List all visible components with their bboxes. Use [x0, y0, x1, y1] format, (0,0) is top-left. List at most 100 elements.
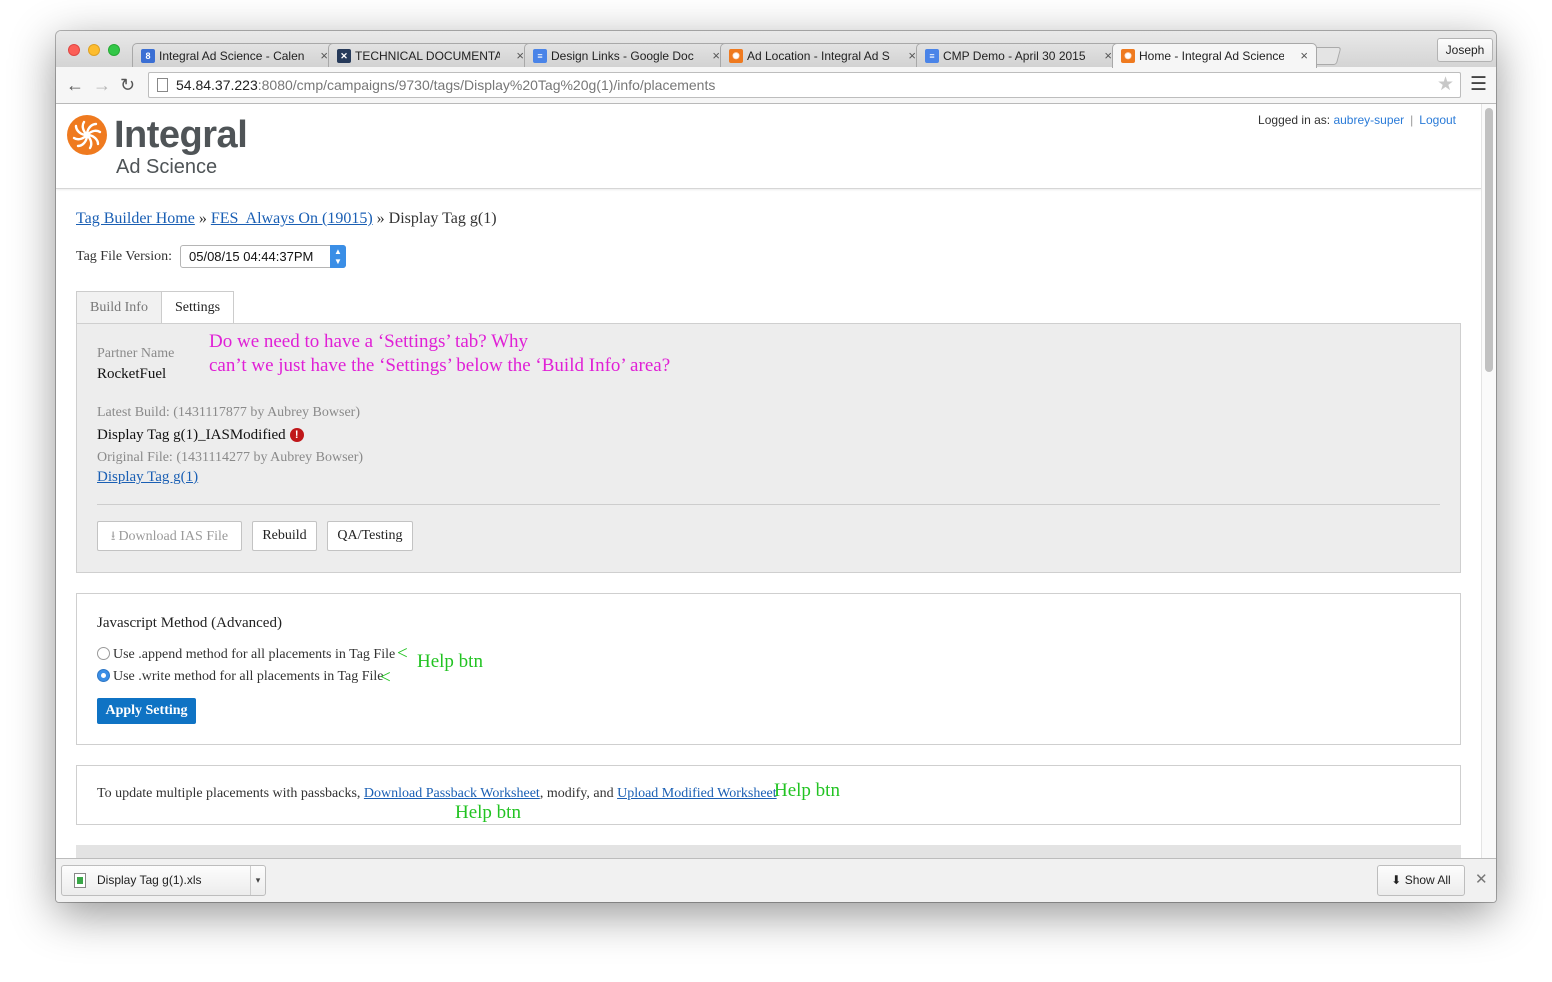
back-arrow-icon[interactable]: ←: [66, 75, 84, 96]
bookmark-star-icon[interactable]: ★: [1437, 73, 1454, 97]
download-passback-worksheet-link[interactable]: Download Passback Worksheet: [364, 786, 540, 801]
close-icon[interactable]: ×: [516, 48, 524, 63]
breadcrumb: Tag Builder Home » FES Always On (19015)…: [76, 210, 497, 228]
radio-write[interactable]: [97, 669, 110, 682]
page-icon: [157, 78, 168, 92]
site-header: Integral Ad Science Logged in as: aubrey…: [56, 104, 1481, 189]
tag-file-version-row: Tag File Version: 05/08/15 04:44:37PM ▲ ▼: [76, 245, 346, 268]
breadcrumb-current: Display Tag g(1): [388, 210, 497, 227]
ias-icon: ✺: [1121, 49, 1135, 63]
annotation-arrow: <: [380, 667, 391, 688]
annotation-help-btn: Help btn: [417, 651, 483, 672]
qa-testing-button[interactable]: QA/Testing: [327, 521, 413, 551]
annotation-arrow: <: [397, 643, 408, 664]
download-ias-file-button[interactable]: ⭳ Download IAS File: [97, 521, 242, 551]
browser-tab-title: Integral Ad Science - Calen: [159, 49, 304, 63]
annotation-line: Do we need to have a ‘Settings’ tab? Why: [209, 331, 529, 352]
browser-tab-title: CMP Demo - April 30 2015: [943, 49, 1086, 63]
browser-tab-title: Design Links - Google Doc: [551, 49, 694, 63]
browser-tab[interactable]: ≡ Design Links - Google Doc ×: [524, 43, 729, 67]
browser-tab-title: Home - Integral Ad Science: [1139, 49, 1284, 63]
download-label: Download IAS File: [118, 529, 229, 544]
passback-text: To update multiple placements with passb…: [97, 786, 777, 802]
version-label: Tag File Version:: [76, 249, 172, 264]
tab-strip: 8 Integral Ad Science - Calen × ✕ TECHNICAL …: [56, 31, 1496, 68]
original-file-link[interactable]: Display Tag g(1): [97, 469, 198, 486]
username-link[interactable]: aubrey-super: [1333, 113, 1404, 127]
browser-tab[interactable]: 8 Integral Ad Science - Calen ×: [132, 43, 337, 67]
hamburger-menu-icon[interactable]: ☰: [1470, 73, 1487, 96]
close-icon[interactable]: ×: [320, 48, 328, 63]
browser-tab[interactable]: ✺ Ad Location - Integral Ad S ×: [720, 43, 925, 67]
close-icon[interactable]: ×: [712, 48, 720, 63]
scrollbar-thumb[interactable]: [1485, 108, 1493, 372]
address-bar[interactable]: 54.84.37.223:8080/cmp/campaigns/9730/tag…: [148, 72, 1461, 98]
browser-tab-title: Ad Location - Integral Ad S: [747, 49, 890, 63]
download-arrow-icon: ⬇: [1391, 873, 1402, 887]
browser-tab[interactable]: ✕ TECHNICAL DOCUMENTA ×: [328, 43, 533, 67]
download-icon: ⭳: [110, 528, 116, 543]
close-icon[interactable]: ×: [1300, 48, 1308, 63]
latest-build-value: Display Tag g(1)_IASModified!: [97, 427, 304, 444]
reload-icon[interactable]: ↻: [120, 75, 135, 96]
breadcrumb-campaign-link[interactable]: FES Always On (19015): [211, 210, 373, 227]
annotation-line: can’t we just have the ‘Settings’ below …: [209, 355, 671, 376]
zoom-window-button[interactable]: [108, 44, 120, 56]
apply-setting-button[interactable]: Apply Setting: [97, 698, 196, 724]
passback-middle: , modify, and: [539, 786, 614, 801]
download-item[interactable]: Display Tag g(1).xls ▾: [61, 865, 266, 896]
breadcrumb-home-link[interactable]: Tag Builder Home: [76, 210, 195, 227]
panel-divider: [97, 504, 1440, 505]
javascript-method-title: Javascript Method (Advanced): [97, 615, 282, 631]
profile-button[interactable]: Joseph: [1437, 38, 1493, 62]
partner-name-value: RocketFuel: [97, 366, 167, 382]
url-host: 54.84.37.223: [176, 77, 258, 93]
logged-in-label: Logged in as:: [1258, 113, 1331, 127]
radio-write-label: Use .write method for all placements in …: [113, 669, 384, 684]
breadcrumb-separator: »: [376, 210, 385, 227]
login-info: Logged in as: aubrey-super | Logout: [1258, 113, 1456, 127]
close-icon[interactable]: ×: [1104, 48, 1112, 63]
close-icon[interactable]: ✕: [1475, 870, 1488, 888]
passback-prefix: To update multiple placements with passb…: [97, 786, 361, 801]
radio-append[interactable]: [97, 647, 110, 660]
close-icon[interactable]: ×: [908, 48, 916, 63]
breadcrumb-separator: »: [198, 210, 207, 227]
browser-tab[interactable]: ≡ CMP Demo - April 30 2015 ×: [916, 43, 1121, 67]
logo-wordmark: Integral: [114, 114, 248, 156]
annotation-help-btn: Help btn: [774, 780, 840, 801]
calendar-icon: 8: [141, 49, 155, 63]
upload-modified-worksheet-link[interactable]: Upload Modified Worksheet: [617, 786, 777, 801]
original-file-label: Original File: (1431114277 by Aubrey Bow…: [97, 450, 364, 465]
url-path: :8080/cmp/campaigns/9730/tags/Display%20…: [257, 77, 716, 93]
forward-arrow-icon[interactable]: →: [93, 75, 111, 96]
tab-settings[interactable]: Settings: [161, 291, 234, 324]
placements-table-header: [76, 845, 1461, 858]
rebuild-button[interactable]: Rebuild: [252, 521, 317, 551]
settings-panel: Partner Name RocketFuel Latest Build: (1…: [76, 323, 1461, 573]
download-shelf: Display Tag g(1).xls ▾ ⬇ Show All ✕: [56, 858, 1496, 902]
tools-icon: ✕: [337, 49, 351, 63]
page-viewport: Integral Ad Science Logged in as: aubrey…: [56, 104, 1496, 858]
minimize-window-button[interactable]: [88, 44, 100, 56]
browser-window: 8 Integral Ad Science - Calen × ✕ TECHNICAL …: [56, 31, 1496, 902]
show-all-downloads-button[interactable]: ⬇ Show All: [1377, 865, 1465, 896]
logout-link[interactable]: Logout: [1419, 113, 1456, 127]
radio-write-row[interactable]: Use .write method for all placements in …: [97, 669, 384, 685]
close-window-button[interactable]: [68, 44, 80, 56]
tab-build-info[interactable]: Build Info: [76, 291, 162, 324]
logo-subtitle: Ad Science: [116, 156, 218, 178]
latest-build-name: Display Tag g(1)_IASModified: [97, 427, 286, 443]
alert-icon: !: [289, 428, 304, 442]
browser-tab-title: TECHNICAL DOCUMENTA: [355, 49, 500, 63]
vertical-scrollbar[interactable]: [1481, 104, 1496, 858]
radio-append-row[interactable]: Use .append method for all placements in…: [97, 647, 395, 663]
version-select[interactable]: 05/08/15 04:44:37PM ▲ ▼: [180, 245, 346, 268]
browser-toolbar: ← → ↻ 54.84.37.223:8080/cmp/campaigns/97…: [56, 67, 1496, 104]
javascript-method-panel: Javascript Method (Advanced) Use .append…: [76, 593, 1461, 745]
radio-append-label: Use .append method for all placements in…: [113, 647, 396, 662]
google-docs-icon: ≡: [533, 49, 547, 63]
excel-file-icon: [74, 873, 86, 888]
chevron-down-icon[interactable]: ▾: [250, 866, 265, 895]
browser-tab[interactable]: ✺ Home - Integral Ad Science ×: [1112, 43, 1317, 68]
